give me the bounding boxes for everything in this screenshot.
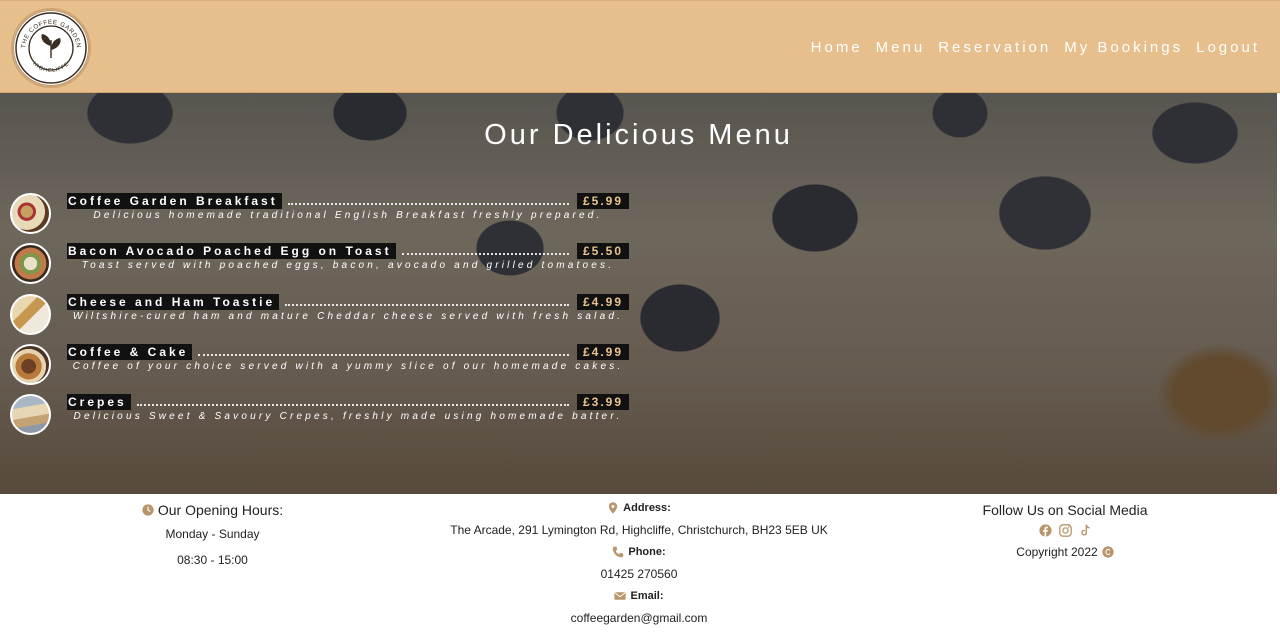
menu-item-description: Coffee of your choice served with a yumm… [72,360,624,372]
email-header: Email: [614,590,664,602]
menu-item: Coffee & Cake £4.99 Coffee of your choice… [10,343,640,394]
menu-item-leader [285,298,569,306]
coffee-garden-logo[interactable]: THE COFFEE GARDEN HIGHCLIFFE [11,8,91,88]
nav-logout[interactable]: Logout [1196,39,1260,56]
opening-hours-header: Our Opening Hours: [142,502,283,518]
avocado-toast-thumbnail [10,243,51,285]
social-media: Follow Us on Social Media Copyright 2022 [960,502,1170,559]
contact-info: Address: The Arcade, 291 Lymington Rd, H… [430,502,848,625]
copyright: Copyright 2022 [1016,545,1114,559]
address-label: Address: [623,502,671,514]
coffee-cake-thumbnail [10,343,51,385]
menu-hero: Our Delicious Menu Coffee Garden Breakfa… [0,93,1277,494]
site-footer: Our Opening Hours: Monday - Sunday 08:30… [0,494,1280,634]
phone-header: Phone: [612,546,666,558]
breakfast-thumbnail [10,193,51,234]
social-title: Follow Us on Social Media [982,502,1148,518]
opening-time: 08:30 - 15:00 [177,553,248,567]
main-nav: Home Menu Reservation My Bookings Logout [811,39,1260,56]
social-icons [960,524,1170,537]
map-pin-icon [609,502,618,514]
menu-item-leader [287,197,569,205]
menu-item-name: Cheese and Ham Toastie [67,293,280,310]
menu-item-price: £3.99 [576,394,629,411]
instagram-icon[interactable] [1058,524,1072,537]
phone-label: Phone: [628,546,666,558]
toastie-thumbnail [10,293,51,335]
nav-my-bookings[interactable]: My Bookings [1064,39,1183,56]
menu-item-leader [198,348,569,356]
phone-value[interactable]: 01425 270560 [430,567,848,581]
page-title: Our Delicious Menu [484,119,793,151]
menu-item-name: Bacon Avocado Poached Egg on Toast [67,243,396,260]
menu-item-leader [136,398,569,407]
logo-badge: THE COFFEE GARDEN HIGHCLIFFE [15,12,87,84]
copyright-text: Copyright 2022 [1016,545,1098,559]
menu-list: Coffee Garden Breakfast £5.99 Delicious h… [10,193,640,444]
menu-item-price: £5.99 [576,193,629,209]
menu-item-description: Delicious Sweet & Savoury Crepes, freshl… [73,411,623,423]
address-value: The Arcade, 291 Lymington Rd, Highcliffe… [450,523,828,537]
tiktok-icon[interactable] [1079,524,1092,537]
nav-menu[interactable]: Menu [876,39,926,56]
menu-item-description: Wiltshire-cured ham and mature Cheddar c… [72,310,624,322]
address-header: Address: [607,502,671,514]
clock-icon [142,504,154,516]
email-label: Email: [630,590,664,602]
menu-item: Bacon Avocado Poached Egg on Toast £5.50 … [10,243,640,293]
crepes-thumbnail [10,394,51,436]
opening-days: Monday - Sunday [165,527,260,541]
envelope-icon [614,592,627,600]
nav-reservation[interactable]: Reservation [938,39,1051,56]
phone-icon [613,546,624,558]
menu-item-name: Coffee & Cake [67,343,193,360]
email-value[interactable]: coffeegarden@gmail.com [430,611,848,625]
menu-item-name: Crepes [67,394,131,411]
menu-item-description: Toast served with poached eggs, bacon, a… [81,260,615,272]
menu-item-description: Delicious homemade traditional English B… [93,210,603,221]
site-header: THE COFFEE GARDEN HIGHCLIFFE Home Menu R… [0,0,1280,93]
facebook-icon[interactable] [1038,524,1052,537]
menu-item-price: £5.50 [576,243,629,260]
nav-home[interactable]: Home [811,39,863,56]
menu-item-name: Coffee Garden Breakfast [67,193,282,209]
menu-item: Crepes £3.99 Delicious Sweet & Savoury Cr… [10,394,640,444]
menu-item: Cheese and Ham Toastie £4.99 Wiltshire-cu… [10,293,640,344]
opening-hours-title: Our Opening Hours: [157,502,284,518]
menu-item: Coffee Garden Breakfast £5.99 Delicious h… [10,193,640,243]
menu-item-price: £4.99 [576,293,629,310]
menu-item-price: £4.99 [576,343,629,360]
copyright-icon [1102,546,1114,558]
menu-item-leader [401,247,569,256]
opening-hours: Our Opening Hours: Monday - Sunday 08:30… [110,502,315,567]
